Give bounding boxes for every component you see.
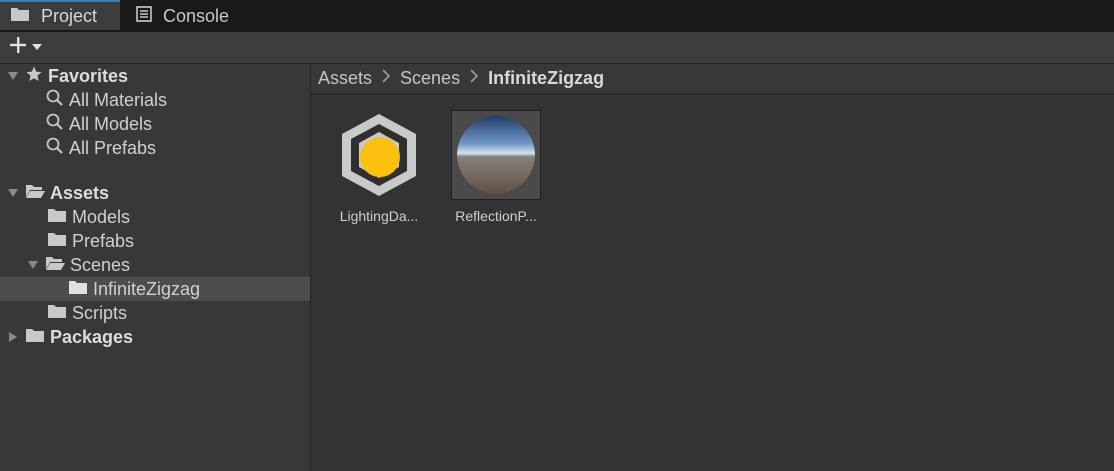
tab-console[interactable]: Console: [122, 0, 252, 32]
asset-grid: LightingDa... ReflectionP...: [311, 95, 1114, 471]
folder-icon: [25, 327, 45, 348]
tree-item-label: Scripts: [72, 302, 128, 323]
tree-item-infinite-zigzag[interactable]: InfiniteZigzag: [0, 277, 310, 301]
tree-item-label: All Models: [69, 113, 153, 134]
asset-label: LightingDa...: [339, 208, 419, 224]
tree-packages[interactable]: Packages: [0, 325, 310, 349]
tab-project[interactable]: Project: [0, 0, 120, 30]
reflection-probe-icon: [451, 110, 541, 200]
tree-item-all-prefabs[interactable]: All Prefabs: [0, 136, 310, 160]
folder-icon: [10, 6, 30, 27]
tree-assets-label: Assets: [50, 182, 110, 203]
tree-favorites-label: Favorites: [48, 65, 129, 86]
chevron-down-icon: [31, 38, 43, 56]
chevron-right-icon: [469, 69, 479, 88]
tree-item-prefabs[interactable]: Prefabs: [0, 229, 310, 253]
tree-item-label: InfiniteZigzag: [93, 278, 201, 299]
plus-icon: [8, 35, 28, 60]
search-icon: [46, 89, 64, 112]
tree-item-all-materials[interactable]: All Materials: [0, 88, 310, 112]
folder-icon: [47, 207, 67, 228]
asset-lighting-data[interactable]: LightingDa...: [329, 110, 429, 224]
tree-item-label: All Prefabs: [69, 137, 157, 158]
console-icon: [136, 5, 152, 27]
collapse-arrow-icon[interactable]: [7, 327, 19, 348]
tree-item-all-models[interactable]: All Models: [0, 112, 310, 136]
folder-icon: [68, 279, 88, 300]
folder-tree: Favorites All Materials All Models All P…: [0, 64, 311, 471]
tree-item-scenes[interactable]: Scenes: [0, 253, 310, 277]
tab-bar: Project Console: [0, 0, 1114, 32]
tree-item-label: All Materials: [69, 89, 168, 110]
expand-arrow-icon[interactable]: [7, 66, 19, 87]
tree-assets[interactable]: Assets: [0, 181, 310, 205]
lighting-data-icon: [334, 110, 424, 200]
folder-icon: [47, 303, 67, 324]
breadcrumb: Assets Scenes InfiniteZigzag: [311, 64, 1114, 94]
tree-favorites[interactable]: Favorites: [0, 64, 310, 88]
expand-arrow-icon[interactable]: [27, 255, 39, 276]
tab-project-label: Project: [41, 5, 98, 26]
folder-open-icon: [25, 183, 45, 204]
asset-label: ReflectionP...: [455, 208, 537, 224]
add-asset-button[interactable]: [8, 36, 48, 58]
breadcrumb-current[interactable]: InfiniteZigzag: [488, 68, 604, 89]
asset-reflection-probe[interactable]: ReflectionP...: [446, 110, 546, 224]
breadcrumb-item-assets[interactable]: Assets: [318, 68, 372, 89]
tree-item-label: Scenes: [70, 254, 131, 275]
project-toolbar: [0, 32, 1114, 64]
tree-item-label: Prefabs: [72, 230, 135, 251]
breadcrumb-item-scenes[interactable]: Scenes: [400, 68, 460, 89]
folder-open-icon: [45, 255, 65, 276]
tree-item-label: Models: [72, 206, 131, 227]
search-icon: [46, 113, 64, 136]
chevron-right-icon: [381, 69, 391, 88]
tree-packages-label: Packages: [50, 326, 134, 347]
tab-console-label: Console: [163, 5, 230, 26]
folder-icon: [47, 231, 67, 252]
star-icon: [25, 65, 43, 88]
tree-item-models[interactable]: Models: [0, 205, 310, 229]
tree-item-scripts[interactable]: Scripts: [0, 301, 310, 325]
search-icon: [46, 137, 64, 160]
expand-arrow-icon[interactable]: [7, 183, 19, 204]
